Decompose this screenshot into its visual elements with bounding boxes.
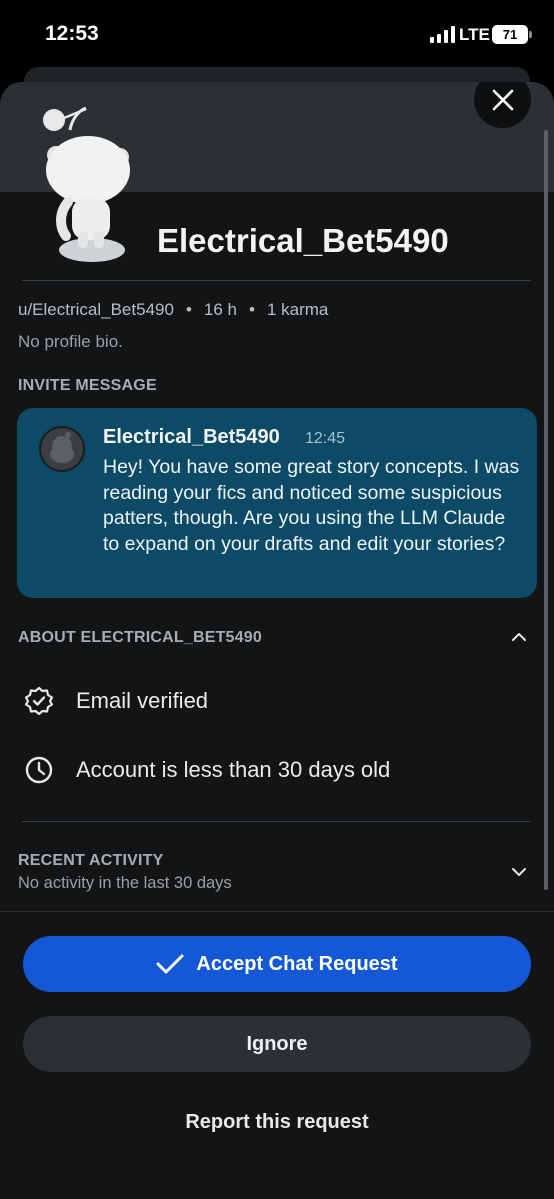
profile-display-name: Electrical_Bet5490 xyxy=(157,222,449,259)
sender-name: Electrical_Bet5490 xyxy=(103,426,280,448)
divider xyxy=(22,821,531,822)
clock-icon xyxy=(25,756,53,784)
chat-request-sheet: Electrical_Bet5490 u/Electrical_Bet5490 … xyxy=(0,82,554,1199)
invite-message-card: Electrical_Bet5490 12:45 Hey! You have s… xyxy=(17,408,537,598)
battery-level: 71 xyxy=(502,27,518,42)
divider xyxy=(22,280,531,281)
signal-icon xyxy=(430,26,455,43)
avatar[interactable] xyxy=(30,102,140,268)
activity-section-label: RECENT ACTIVITY xyxy=(18,852,164,869)
ignore-button-label: Ignore xyxy=(246,1032,308,1055)
about-item-label: Email verified xyxy=(76,688,209,713)
activity-subtitle: No activity in the last 30 days xyxy=(18,874,232,892)
invite-section-label: INVITE MESSAGE xyxy=(18,377,157,394)
accept-button-label: Accept Chat Request xyxy=(196,952,398,975)
profile-username[interactable]: u/Electrical_Bet5490 xyxy=(18,300,174,320)
status-bar: 12:53 LTE 71 xyxy=(0,0,554,70)
battery-icon: 71 xyxy=(492,25,532,44)
about-section-label: ABOUT ELECTRICAL_BET5490 xyxy=(18,629,262,646)
profile-meta: u/Electrical_Bet5490 • 16 h • 1 karma xyxy=(18,300,328,320)
about-item-account-age: Account is less than 30 days old xyxy=(24,755,390,785)
separator-dot: • xyxy=(248,300,255,319)
status-time: 12:53 xyxy=(45,22,99,45)
about-item-label: Account is less than 30 days old xyxy=(76,757,391,782)
profile-bio: No profile bio. xyxy=(18,332,123,351)
about-item-email-verified: Email verified xyxy=(24,686,208,716)
scrollbar[interactable] xyxy=(544,130,548,890)
sender-avatar xyxy=(39,426,85,472)
karma-count: 1 karma xyxy=(266,300,329,319)
account-age: 16 h xyxy=(203,300,237,319)
checkmark-icon xyxy=(156,954,184,974)
chevron-up-icon[interactable] xyxy=(511,632,527,642)
chevron-down-icon[interactable] xyxy=(511,867,527,877)
action-footer: Accept Chat Request Ignore Report this r… xyxy=(0,911,554,1199)
report-request-link[interactable]: Report this request xyxy=(0,1111,554,1134)
verified-badge-icon xyxy=(24,686,54,716)
close-icon xyxy=(492,89,513,110)
message-time: 12:45 xyxy=(305,430,346,447)
network-type: LTE xyxy=(459,25,490,44)
separator-dot: • xyxy=(185,300,192,319)
ignore-button[interactable]: Ignore xyxy=(23,1016,531,1072)
accept-chat-request-button[interactable]: Accept Chat Request xyxy=(23,936,531,992)
invite-message-text: Hey! You have some great story concepts.… xyxy=(103,456,520,555)
